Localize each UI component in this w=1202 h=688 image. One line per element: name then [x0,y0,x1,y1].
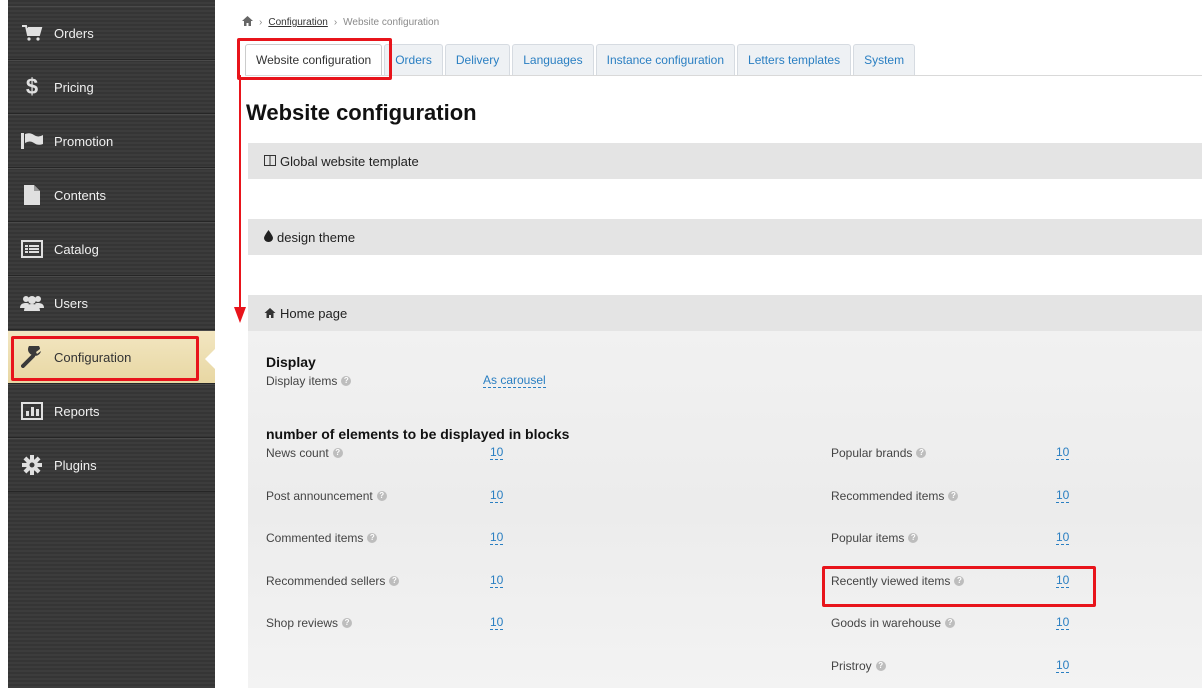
sidebar-item-users[interactable]: Users [8,276,215,330]
help-icon[interactable]: ? [342,618,353,628]
help-icon[interactable]: ? [875,661,886,671]
tab-languages[interactable]: Languages [512,44,594,75]
setting-goods-in-warehouse-label: Goods in warehouse? [831,616,956,630]
help-icon[interactable]: ? [376,491,387,501]
home-icon [264,306,276,321]
sidebar-item-label: Orders [54,25,94,41]
section-home-page[interactable]: Home page [248,295,1202,331]
setting-shop-reviews-label: Shop reviews? [266,616,353,630]
display-heading: Display [266,354,316,370]
display-items-label: Display items? [266,374,352,388]
breadcrumb: › Configuration › Website configuration [242,16,439,29]
annotation-arrow-line [239,75,241,313]
sidebar-item-contents[interactable]: Contents [8,168,215,222]
setting-news-count-label: News count? [266,446,343,460]
sidebar-item-promotion[interactable]: Promotion [8,114,215,168]
display-items-value[interactable]: As carousel [483,374,546,388]
sidebar-item-label: Plugins [54,457,97,473]
tab-orders[interactable]: Orders [384,44,443,75]
dollar-icon: $ [25,74,39,99]
blocks-heading: number of elements to be displayed in bl… [266,426,570,442]
breadcrumb-separator: › [333,17,338,28]
annotation-arrow-head [234,307,246,323]
recently-viewed-highlight-box [822,566,1096,607]
users-icon [20,292,44,314]
section-title: Home page [280,305,348,321]
section-title: design theme [277,229,356,245]
home-icon[interactable] [242,16,253,29]
configuration-highlight-box [11,336,199,381]
cart-icon [20,22,44,44]
setting-post-announcement-label: Post announcement? [266,489,387,503]
tab-system[interactable]: System [853,44,916,75]
help-icon[interactable]: ? [332,448,343,458]
breadcrumb-separator: › [259,17,263,28]
bar-chart-icon [20,400,44,422]
sidebar-item-label: Promotion [54,133,114,149]
sidebar-item-reports[interactable]: Reports [8,384,215,438]
setting-popular-brands-label: Popular brands? [831,446,927,460]
setting-recommended-sellers-label: Recommended sellers? [266,574,400,588]
help-icon[interactable]: ? [916,448,927,458]
page-title: Website configuration [246,100,477,125]
setting-shop-reviews-value[interactable]: 10 [490,616,504,630]
setting-pristroy-value[interactable]: 10 [1056,659,1070,673]
setting-popular-brands-value[interactable]: 10 [1056,446,1070,460]
setting-commented-items-value[interactable]: 10 [490,531,504,545]
breadcrumb-link-configuration[interactable]: Configuration [268,17,327,28]
section-title: Global website template [280,153,419,169]
section-global-website-template[interactable]: Global website template [248,143,1202,179]
setting-popular-items-label: Popular items? [831,531,919,545]
section-design-theme[interactable]: design theme [248,219,1202,255]
tab-instance-configuration[interactable]: Instance configuration [595,44,736,75]
help-icon[interactable]: ? [341,376,352,386]
tab-delivery[interactable]: Delivery [444,44,511,75]
tab-letters-templates[interactable]: Letters templates [737,44,852,75]
help-icon[interactable]: ? [908,533,919,543]
sidebar-item-label: Catalog [54,241,99,257]
help-icon[interactable]: ? [948,491,959,501]
help-icon[interactable]: ? [389,576,400,586]
home-page-settings-panel [248,331,1202,688]
setting-popular-items-value[interactable]: 10 [1056,531,1070,545]
sidebar-item-catalog[interactable]: Catalog [8,222,215,276]
columns-icon [264,154,276,169]
sidebar-item-label: Contents [54,187,107,203]
sidebar-item-orders[interactable]: Orders [8,6,215,60]
setting-news-count-value[interactable]: 10 [490,446,504,460]
setting-goods-in-warehouse-value[interactable]: 10 [1056,616,1070,630]
sidebar-item-label: Users [54,295,88,311]
tab-highlight-box [237,38,392,80]
setting-pristroy-label: Pristroy? [831,659,886,673]
setting-recommended-items-value[interactable]: 10 [1056,489,1070,503]
drop-icon [264,229,273,245]
breadcrumb-current: Website configuration [343,17,440,28]
setting-post-announcement-value[interactable]: 10 [490,489,504,503]
window-edge [0,0,8,688]
help-icon[interactable]: ? [945,618,956,628]
help-icon[interactable]: ? [367,533,378,543]
list-icon [20,238,44,260]
sidebar-item-label: Reports [54,403,100,419]
sidebar-item-label: Pricing [54,79,94,95]
setting-recommended-items-label: Recommended items? [831,489,959,503]
document-icon [20,184,44,206]
flag-icon [20,130,44,152]
sidebar-item-plugins[interactable]: Plugins [8,438,215,492]
setting-commented-items-label: Commented items? [266,531,378,545]
gear-icon [20,454,44,476]
sidebar-item-pricing[interactable]: $ Pricing [8,60,215,114]
setting-recommended-sellers-value[interactable]: 10 [490,574,504,588]
